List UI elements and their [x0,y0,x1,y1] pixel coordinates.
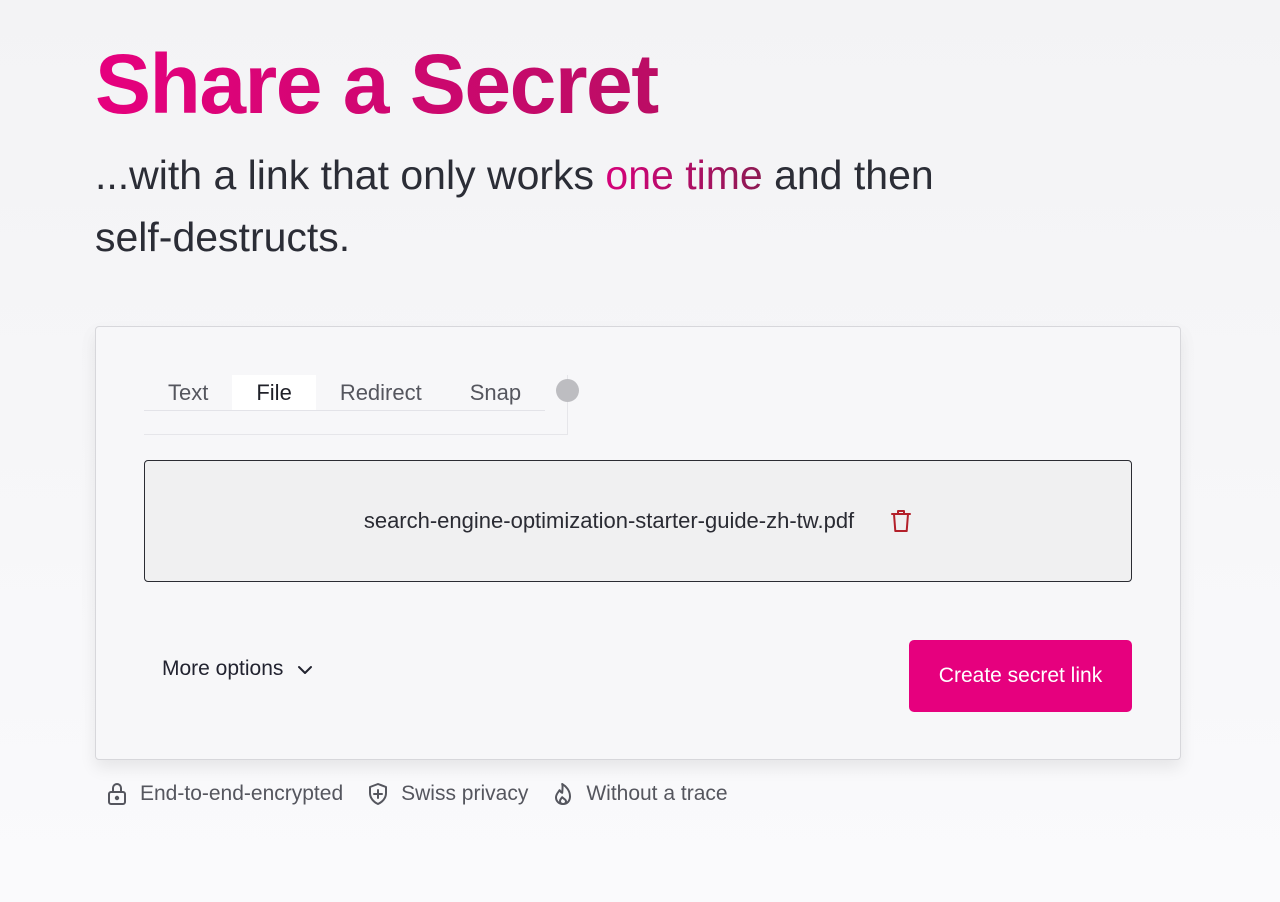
subtitle-text: ...with a link that only works [95,152,606,198]
feature-label: Without a trace [586,782,728,805]
tabs-scroll-indicator[interactable] [556,379,580,402]
tab-file[interactable]: File [232,375,316,411]
file-dropzone[interactable]: search-engine-optimization-starter-guide… [144,460,1132,582]
chevron-down-icon [297,657,313,681]
more-options-toggle[interactable]: More options [162,657,313,681]
tab-text[interactable]: Text [144,375,233,411]
shield-icon [367,782,389,806]
feature-label: Swiss privacy [401,782,529,805]
feature-label: End-to-end-encrypted [140,782,344,805]
feature-item: End-to-end-encrypted [106,782,343,806]
subtitle-accent: one time [605,152,763,198]
page-title: Share a Secret [95,36,1095,132]
flame-icon [552,782,574,806]
create-secret-link-button[interactable]: Create secret link [909,640,1132,712]
secret-type-tabs: Text File Redirect Snap [144,375,580,435]
hero: Share a Secret ...with a link that only … [95,36,1095,268]
secret-form-card: Text File Redirect Snap search-engine-op… [95,326,1181,760]
tab-redirect[interactable]: Redirect [315,375,446,411]
lock-icon [106,782,128,806]
page-subtitle: ...with a link that only works one time … [95,144,995,268]
feature-list: End-to-end-encrypted Swiss privacy Witho… [106,782,728,806]
file-name: search-engine-optimization-starter-guide… [363,508,855,533]
tab-snap[interactable]: Snap [445,375,546,411]
trash-icon[interactable] [890,508,912,534]
more-options-label: More options [162,657,284,680]
feature-item: Swiss privacy [367,782,528,806]
feature-item: Without a trace [552,782,728,806]
